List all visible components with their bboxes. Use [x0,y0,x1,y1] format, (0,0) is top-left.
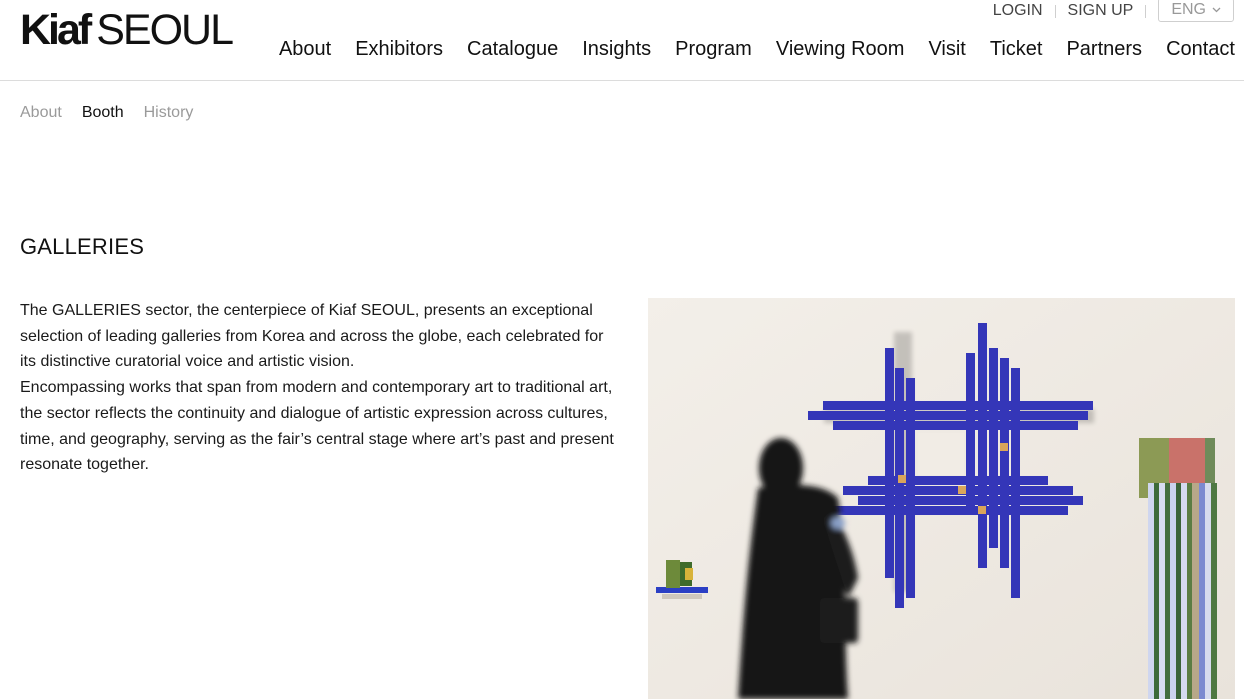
nav-item-program[interactable]: Program [675,38,752,61]
utility-bar: LOGIN SIGN UP ENG [993,0,1234,22]
nav-item-ticket[interactable]: Ticket [990,38,1043,61]
gallery-booth-photo [648,298,1235,699]
chevron-down-icon [1212,5,1221,16]
nav-item-exhibitors[interactable]: Exhibitors [355,38,443,61]
nav-item-viewing-room[interactable]: Viewing Room [776,38,905,61]
booth-photo-illustration [648,298,1235,699]
section-title: GALLERIES [20,234,145,259]
nav-item-partners[interactable]: Partners [1066,38,1142,61]
description-paragraph: The GALLERIES sector, the centerpiece of… [20,302,604,371]
wall-shelf [656,587,708,593]
nav-item-about[interactable]: About [279,38,331,61]
nav-item-visit[interactable]: Visit [928,38,965,61]
nav-item-insights[interactable]: Insights [582,38,651,61]
nav-item-catalogue[interactable]: Catalogue [467,38,558,61]
main-nav: About Exhibitors Catalogue Insights Prog… [255,38,1235,61]
util-divider [1054,4,1056,18]
signup-link[interactable]: SIGN UP [1068,2,1134,20]
kiaf-seoul-logo[interactable]: Kiaf SEOUL [20,6,234,54]
description-paragraph: Encompassing works that span from modern… [20,379,614,474]
site-header: Kiaf SEOUL LOGIN SIGN UP ENG About Exhib… [0,0,1244,81]
logo-seoul-text: SEOUL [96,6,234,54]
util-divider [1145,4,1147,18]
language-label: ENG [1171,1,1206,18]
striped-sculpture [1139,438,1217,699]
section-description: The GALLERIES sector, the centerpiece of… [20,298,620,478]
tab-history[interactable]: History [144,104,194,122]
login-link[interactable]: LOGIN [993,2,1043,20]
nav-item-contact[interactable]: Contact [1166,38,1235,61]
sub-tabs: About Booth History [20,104,213,122]
tab-about[interactable]: About [20,104,62,122]
tab-booth[interactable]: Booth [82,104,124,122]
logo-kiaf-text: Kiaf [20,6,92,54]
language-select[interactable]: ENG [1158,0,1234,22]
